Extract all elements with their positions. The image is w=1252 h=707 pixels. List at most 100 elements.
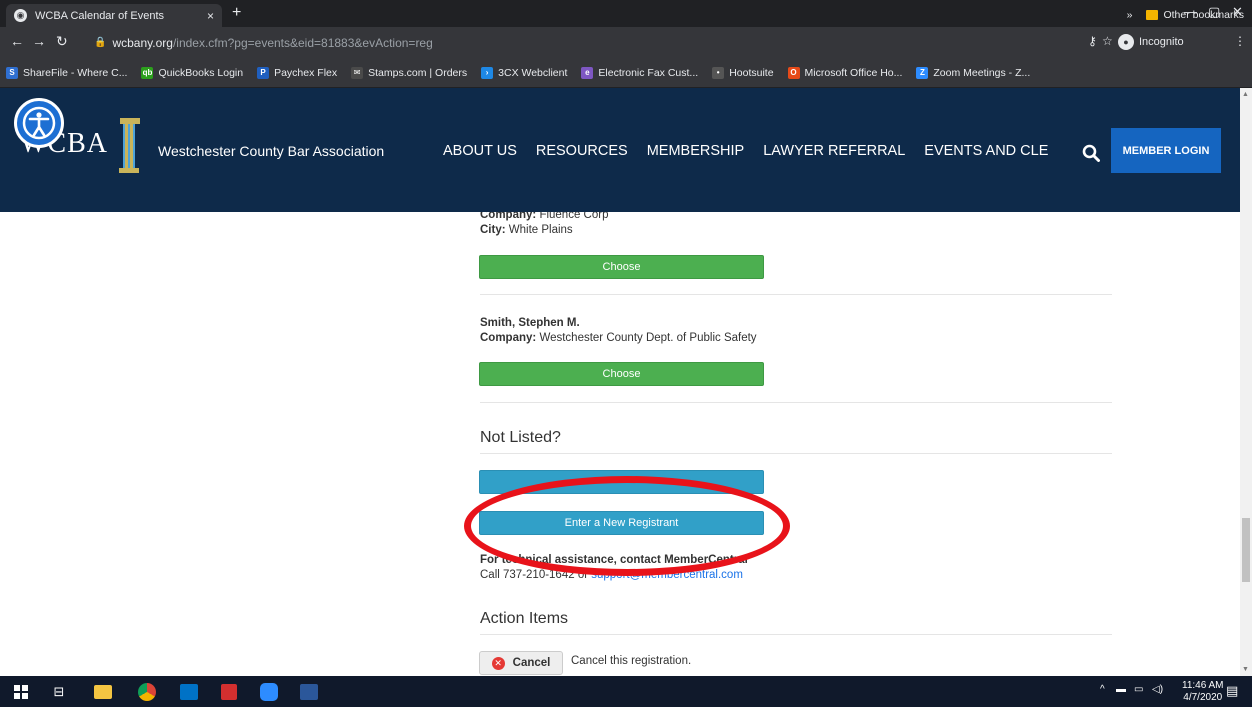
bookmark-item[interactable]: Z Zoom Meetings - Z... bbox=[916, 66, 1031, 79]
battery-icon[interactable]: ▬ bbox=[1116, 684, 1126, 695]
bookmark-label: Paychex Flex bbox=[274, 66, 338, 79]
file-explorer-icon[interactable] bbox=[92, 681, 114, 703]
incognito-icon: ● bbox=[1118, 34, 1134, 50]
bookmarks-bar: S ShareFile - Where C... qb QuickBooks Logi… bbox=[0, 58, 1252, 88]
key-icon[interactable]: ⚷ bbox=[1088, 34, 1097, 48]
bookmark-favicon-icon: • bbox=[712, 66, 725, 79]
registrant-city: White Plains bbox=[508, 224, 573, 236]
bookmark-item[interactable]: S ShareFile - Where C... bbox=[6, 66, 128, 79]
chrome-icon[interactable] bbox=[136, 681, 158, 703]
bookmark-item[interactable]: e Electronic Fax Cust... bbox=[581, 66, 699, 79]
action-items-heading: Action Items bbox=[480, 610, 569, 627]
scroll-down-icon[interactable]: ▼ bbox=[1242, 666, 1249, 673]
bookmark-item[interactable]: P Paychex Flex bbox=[257, 66, 338, 79]
bookmark-label: Hootsuite bbox=[729, 66, 774, 79]
bookmark-favicon-icon: P bbox=[257, 66, 270, 79]
bookmark-label: Electronic Fax Cust... bbox=[598, 66, 699, 79]
zoom-icon[interactable] bbox=[258, 681, 280, 703]
choose-button[interactable]: Choose bbox=[479, 255, 764, 279]
site-header: WCBA Westchester County Bar Association … bbox=[0, 88, 1240, 212]
bookmark-favicon-icon: Z bbox=[916, 66, 929, 79]
registrant-city-line: City: White Plains bbox=[480, 224, 573, 236]
search-again-button[interactable] bbox=[479, 470, 764, 494]
bookmark-favicon-icon: qb bbox=[141, 66, 154, 79]
bookmark-item[interactable]: • Hootsuite bbox=[712, 66, 774, 79]
bookmark-label: Zoom Meetings - Z... bbox=[933, 66, 1031, 79]
bookmark-label: QuickBooks Login bbox=[158, 66, 244, 79]
cancel-button[interactable]: ✕ Cancel bbox=[479, 651, 563, 675]
registrant-company: Fluence Corp bbox=[539, 212, 609, 221]
bookmark-item[interactable]: O Microsoft Office Ho... bbox=[787, 66, 903, 79]
bookmark-item[interactable]: qb QuickBooks Login bbox=[141, 66, 244, 79]
network-icon[interactable]: ▭ bbox=[1134, 684, 1143, 695]
support-heading: For technical assistance, contact Member… bbox=[480, 554, 748, 566]
nav-about-us[interactable]: ABOUT US bbox=[443, 143, 517, 159]
accessibility-icon[interactable] bbox=[14, 98, 64, 148]
browser-tab-strip: ◉ WCBA Calendar of Events × + — ▢ ✕ bbox=[0, 0, 1252, 27]
registrant-company-line: Company: Fluence Corp bbox=[480, 212, 608, 221]
menu-icon[interactable]: ⋮ bbox=[1234, 34, 1246, 48]
bookmark-label: 3CX Webclient bbox=[498, 66, 568, 79]
notification-icon[interactable]: ▤ bbox=[1226, 683, 1238, 699]
nav-events-and-cle[interactable]: EVENTS AND CLE bbox=[924, 143, 1048, 159]
scrollbar-thumb[interactable] bbox=[1242, 518, 1250, 582]
browser-toolbar: ← → ↻ 🔒 wcbany.org /index.cfm?pg=events&… bbox=[0, 27, 1252, 58]
url-host: wcbany.org bbox=[112, 35, 173, 50]
support-line: Call 737-210-1642 or support@membercentr… bbox=[480, 569, 743, 581]
nav-lawyer-referral[interactable]: LAWYER REFERRAL bbox=[763, 143, 905, 159]
registrant-name: Smith, Stephen M. bbox=[480, 317, 580, 329]
tab-title: WCBA Calendar of Events bbox=[35, 9, 165, 22]
bookmark-favicon-icon: S bbox=[6, 66, 18, 79]
acrobat-icon[interactable] bbox=[218, 681, 240, 703]
page-scrollbar[interactable] bbox=[1240, 88, 1252, 676]
search-icon[interactable] bbox=[1082, 144, 1100, 162]
star-icon[interactable]: ☆ bbox=[1102, 34, 1113, 48]
outlook-icon[interactable] bbox=[178, 681, 200, 703]
registrant-company-line: Company: Westchester County Dept. of Pub… bbox=[480, 332, 757, 344]
other-bookmarks[interactable]: Other bookmarks bbox=[1163, 9, 1244, 21]
reload-icon[interactable]: ↻ bbox=[56, 33, 68, 50]
word-icon[interactable] bbox=[298, 681, 320, 703]
not-listed-heading: Not Listed? bbox=[480, 429, 561, 446]
association-name[interactable]: Westchester County Bar Association bbox=[158, 143, 384, 159]
divider bbox=[480, 634, 1112, 635]
browser-tab[interactable]: ◉ WCBA Calendar of Events × bbox=[6, 4, 222, 27]
registration-content: Company: Fluence Corp City: White Plains… bbox=[0, 212, 1240, 676]
support-email-link[interactable]: support@membercentral.com bbox=[591, 569, 743, 581]
bookmark-favicon-icon: e bbox=[581, 66, 594, 79]
url-path: /index.cfm?pg=events&eid=81883&evAction=… bbox=[172, 35, 433, 50]
tab-close-icon[interactable]: × bbox=[207, 9, 214, 23]
forward-icon[interactable]: → bbox=[32, 33, 46, 49]
divider bbox=[480, 294, 1112, 295]
incognito-indicator[interactable]: ● Incognito bbox=[1118, 31, 1184, 53]
taskbar-clock[interactable]: 11:46 AM 4/7/2020 bbox=[1182, 680, 1224, 704]
bookmark-favicon-icon: ✉ bbox=[351, 66, 364, 79]
windows-taskbar: ⊟ ^ ▬ ▭ ◁) 11:46 AM 4/7/2020 ▤ bbox=[0, 676, 1252, 707]
clock-date: 4/7/2020 bbox=[1183, 692, 1223, 703]
divider bbox=[480, 453, 1112, 454]
new-tab-button[interactable]: + bbox=[232, 4, 241, 22]
back-icon[interactable]: ← bbox=[10, 33, 24, 49]
member-login-button[interactable]: MEMBER LOGIN bbox=[1111, 128, 1221, 173]
bookmarks-right: » Other bookmarks bbox=[1127, 0, 1244, 30]
divider bbox=[480, 402, 1112, 403]
task-view-icon[interactable]: ⊟ bbox=[48, 681, 70, 703]
scroll-up-icon[interactable]: ▲ bbox=[1242, 91, 1249, 98]
bookmark-item[interactable]: ✉ Stamps.com | Orders bbox=[351, 66, 468, 79]
folder-icon bbox=[1146, 10, 1159, 20]
bookmark-label: Stamps.com | Orders bbox=[368, 66, 468, 79]
volume-icon[interactable]: ◁) bbox=[1152, 684, 1163, 695]
windows-start-icon[interactable] bbox=[10, 681, 32, 703]
bookmark-label: ShareFile - Where C... bbox=[23, 66, 128, 79]
show-hidden-icons[interactable]: ^ bbox=[1100, 684, 1105, 695]
nav-resources[interactable]: RESOURCES bbox=[536, 143, 628, 159]
bookmark-label: Microsoft Office Ho... bbox=[804, 66, 903, 79]
clock-time: 11:46 AM bbox=[1182, 680, 1224, 691]
address-bar[interactable]: 🔒 wcbany.org /index.cfm?pg=events&eid=81… bbox=[88, 31, 1068, 54]
nav-membership[interactable]: MEMBERSHIP bbox=[647, 143, 745, 159]
bookmark-favicon-icon: › bbox=[481, 66, 494, 79]
enter-new-registrant-button[interactable]: Enter a New Registrant bbox=[479, 511, 764, 535]
bookmark-item[interactable]: › 3CX Webclient bbox=[481, 66, 568, 79]
bookmarks-overflow[interactable]: » bbox=[1127, 9, 1133, 21]
choose-button[interactable]: Choose bbox=[479, 362, 764, 386]
